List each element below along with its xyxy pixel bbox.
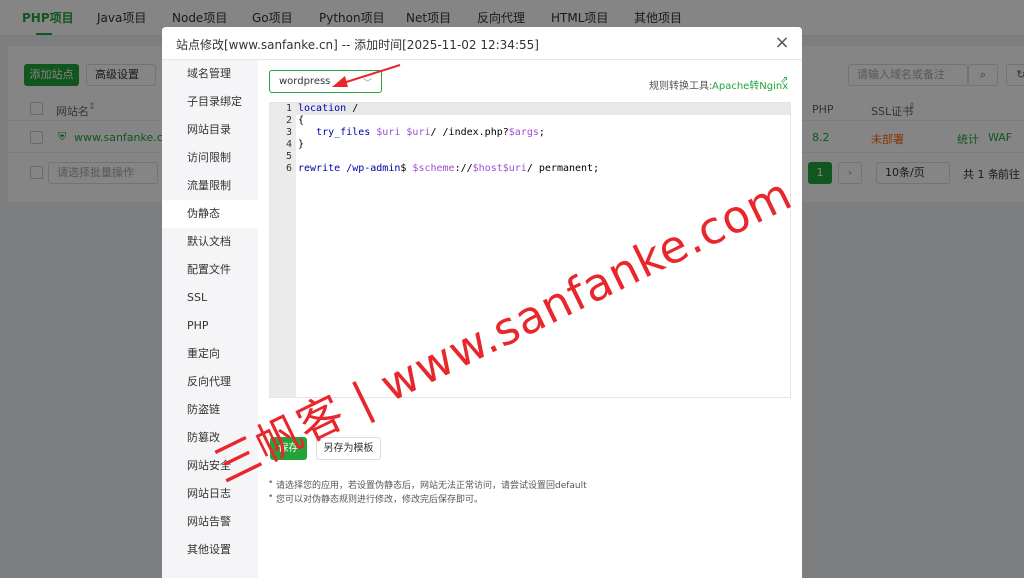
close-icon[interactable]: × (772, 33, 792, 53)
line-number: 3 (285, 127, 292, 138)
modal-header: 站点修改[www.sanfanke.cn] -- 添加时间[2025-11-02… (162, 27, 802, 60)
code-line[interactable]: location / (298, 103, 358, 115)
sidebar-item-ssl[interactable]: SSL (162, 284, 258, 312)
line-number: 1 (285, 103, 292, 114)
sidebar-item-config-file[interactable]: 配置文件 (162, 256, 258, 284)
annotation-arrow-icon (332, 64, 401, 87)
code-line[interactable]: { (298, 115, 304, 127)
sidebar-item-redirect[interactable]: 重定向 (162, 340, 258, 368)
sidebar-item-php[interactable]: PHP (162, 312, 258, 340)
code-line[interactable]: rewrite /wp-admin$ $scheme://$host$uri/ … (298, 163, 599, 175)
rewrite-template-value: wordpress (279, 76, 331, 87)
sidebar-item-subdir[interactable]: 子目录绑定 (162, 88, 258, 116)
sidebar-item-rewrite[interactable]: 伪静态 (162, 200, 258, 228)
modal-sidebar: 域名管理 子目录绑定 网站目录 访问限制 流量限制 伪静态 默认文档 配置文件 … (162, 60, 258, 578)
sidebar-item-other-settings[interactable]: 其他设置 (162, 536, 258, 564)
code-line[interactable]: } (298, 139, 304, 151)
line-number: 4 (285, 139, 292, 150)
sidebar-item-traffic-limit[interactable]: 流量限制 (162, 172, 258, 200)
sidebar-item-reverse-proxy[interactable]: 反向代理 (162, 368, 258, 396)
sidebar-item-site-dir[interactable]: 网站目录 (162, 116, 258, 144)
sidebar-item-site-alert[interactable]: 网站告警 (162, 508, 258, 536)
external-link-icon[interactable]: ⇗ (780, 75, 788, 86)
line-number: 2 (285, 115, 292, 126)
line-number: 5 (285, 151, 292, 162)
rule-convert-label: 规则转换工具: (649, 81, 713, 92)
code-line[interactable]: try_files $uri $uri/ /index.php?$args; (298, 127, 545, 139)
apache-to-nginx-link[interactable]: Apache转Nginx (712, 77, 788, 92)
active-line-highlight (296, 103, 790, 115)
sidebar-item-domain[interactable]: 域名管理 (162, 60, 258, 88)
sidebar-item-access-limit[interactable]: 访问限制 (162, 144, 258, 172)
line-number: 6 (285, 163, 292, 174)
sidebar-item-default-doc[interactable]: 默认文档 (162, 228, 258, 256)
editor-gutter: 1 2 3 4 5 6 (270, 103, 296, 397)
help-tip: 您可以对伪静态规则进行修改，修改完后保存即可。 (268, 492, 483, 505)
modal-title: 站点修改[www.sanfanke.cn] -- 添加时间[2025-11-02… (176, 38, 539, 52)
help-tip: 请选择您的应用，若设置伪静态后，网站无法正常访问，请尝试设置回default (268, 478, 587, 491)
